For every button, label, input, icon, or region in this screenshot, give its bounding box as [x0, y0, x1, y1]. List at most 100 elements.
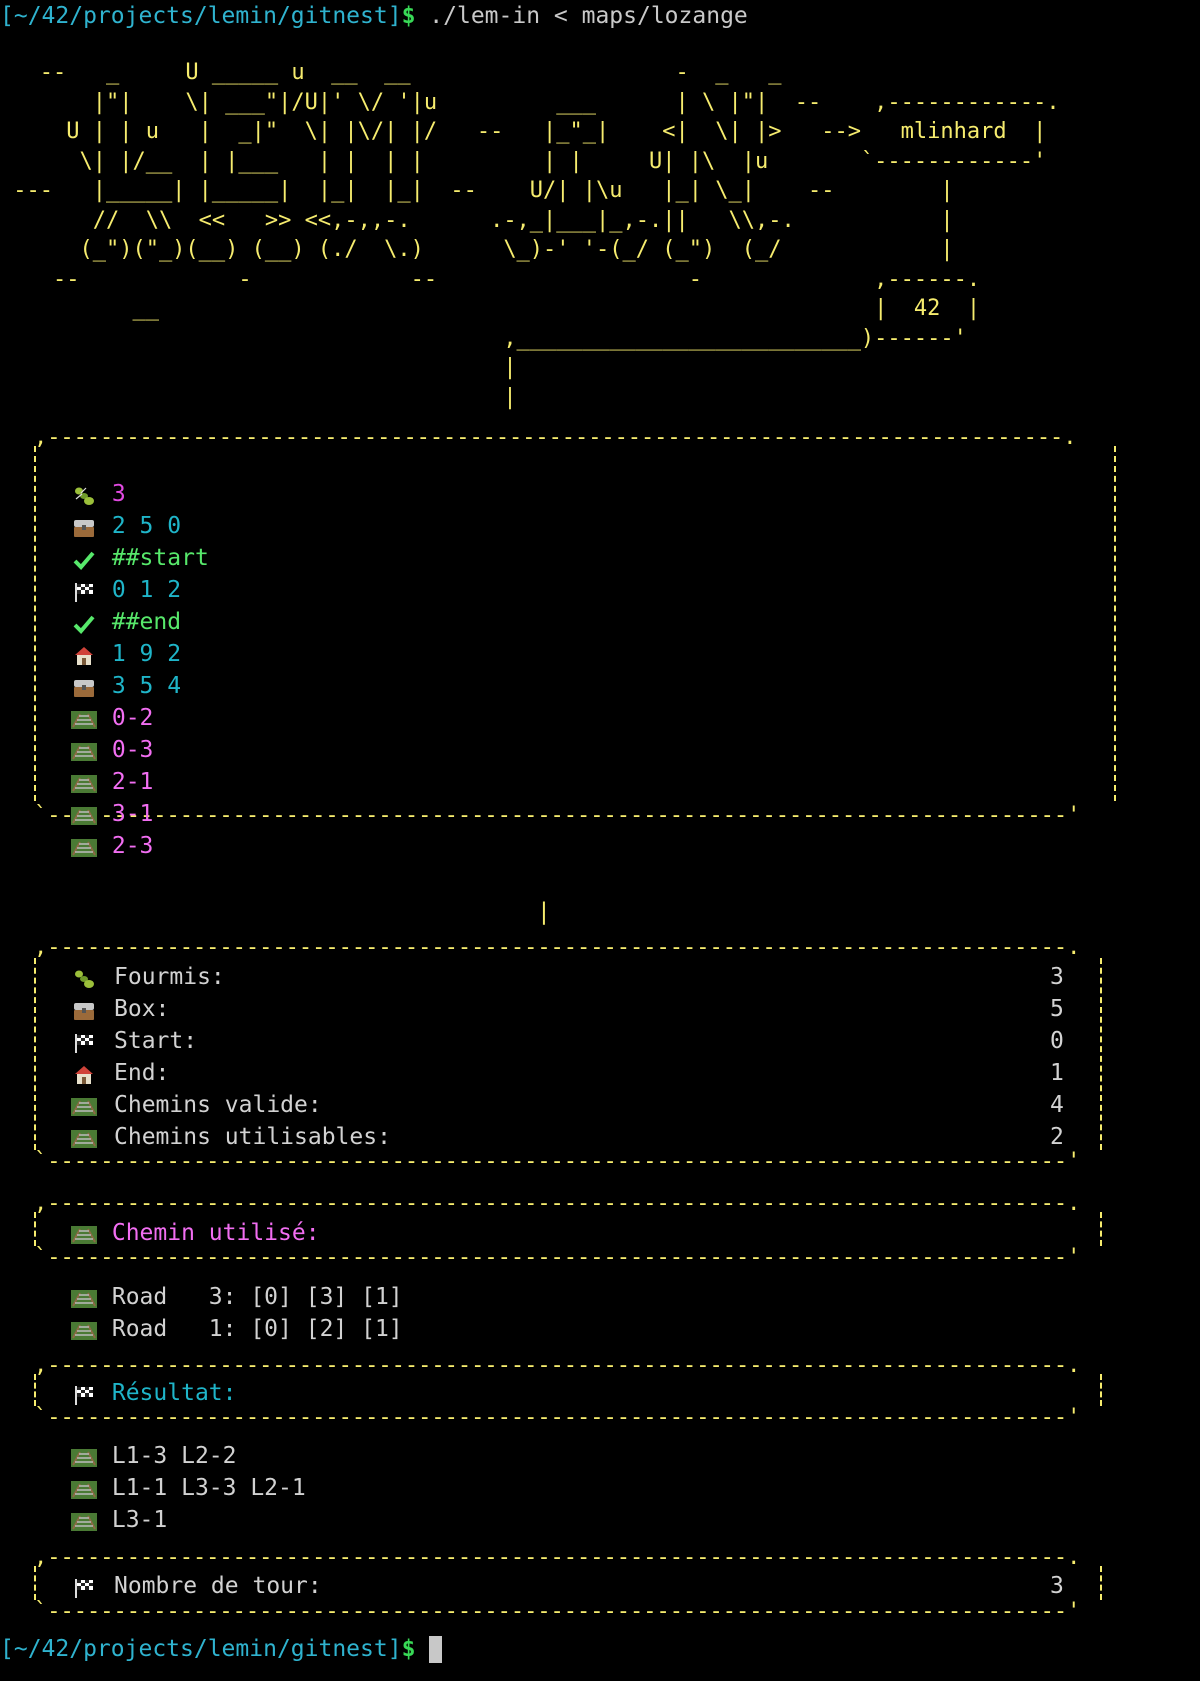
start-command: ##start [111, 545, 209, 571]
prompt-line: [~/42/projects/lemin/gitnest]$ ./lem-in … [0, 0, 748, 32]
move-line: L1-3 L2-2 [70, 1440, 236, 1472]
railway-icon [70, 1121, 98, 1153]
move-text: L1-3 L2-2 [111, 1443, 237, 1469]
result-heading-text: Résultat: [111, 1380, 237, 1406]
stats-box-left-border [34, 958, 36, 1150]
house-icon [70, 638, 98, 670]
map-line-start-cmd: ##start [70, 542, 209, 574]
map-box-top-border: ,---------------------------------------… [34, 425, 1077, 450]
terminal-window[interactable]: [~/42/projects/lemin/gitnest]$ ./lem-in … [0, 0, 1200, 1681]
box-icon [70, 510, 98, 542]
stat-row-valid-paths: Chemins valide: 4 [70, 1089, 1130, 1121]
checkmark-icon [70, 542, 98, 574]
railway-icon [70, 830, 98, 862]
paths-box-left-border [34, 1212, 36, 1246]
banner-line: U | | u | _|" \| |\/| |/ -- |_"_| <| \| … [0, 119, 1047, 144]
stat-label: Chemins valide: [114, 1092, 322, 1118]
banner-line: --- |_____| |_____| |_| |_| -- U/| |\u |… [0, 178, 954, 203]
move-text: L3-1 [111, 1507, 168, 1533]
stat-label: Fourmis: [114, 964, 225, 990]
paths-box-right-border [1100, 1212, 1102, 1246]
railway-icon [70, 798, 98, 830]
banner-line: | [0, 384, 517, 410]
prompt-line-final[interactable]: [~/42/projects/lemin/gitnest]$ [0, 1633, 443, 1665]
stat-row-ants: Fourmis: 3 [70, 961, 1130, 993]
railway-icon [70, 1281, 98, 1313]
paths-heading: Chemin utilisé: [70, 1217, 320, 1249]
stat-label: Chemins utilisables: [114, 1124, 391, 1150]
map-line-room1: 2 5 0 [70, 510, 181, 542]
banner-line: // \\ << >> <<,-,,-. .-,_|___|_,-.|| \\,… [0, 207, 954, 233]
ant-icon [70, 478, 98, 510]
link-text: 2-3 [111, 833, 154, 859]
railway-icon [70, 766, 98, 798]
stat-value: 2 [1050, 1124, 1064, 1150]
ant-icon [70, 961, 98, 993]
map-line-end-cmd: ##end [70, 606, 181, 638]
banner-line: |"| \| ___"|/U|' \/ '|u ___ | \ |"| -- ,… [0, 89, 1060, 115]
map-line-link: 0-2 [70, 702, 153, 734]
turns-box-left-border [34, 1566, 36, 1600]
paths-box-top-border: ,---------------------------------------… [34, 1191, 1081, 1216]
map-line-ants: 3 [70, 478, 126, 510]
stat-row-usable-paths: Chemins utilisables: 2 [70, 1121, 1130, 1153]
stat-value: 5 [1050, 996, 1064, 1022]
cursor[interactable] [429, 1636, 443, 1663]
move-line: L1-1 L3-3 L2-1 [70, 1472, 306, 1504]
prompt-path: [~/42/projects/lemin/gitnest] [0, 1636, 402, 1662]
map-line-start-room: 0 1 2 [70, 574, 181, 606]
turns-value: 3 [1050, 1573, 1064, 1599]
map-box-right-border [1114, 446, 1120, 801]
prompt-symbol: $ [401, 3, 416, 29]
banner-line: __ | 42 | [0, 296, 981, 321]
move-line: L3-1 [70, 1504, 167, 1536]
checkered-flag-icon [70, 574, 98, 606]
room2-definition: 3 5 4 [111, 673, 182, 699]
banner-line: ,__________________________)------' [0, 325, 967, 351]
link-text: 0-3 [111, 737, 154, 763]
stat-row-start: Start: 0 [70, 1025, 1130, 1057]
road-line: Road 3: [0] [3] [1] [70, 1281, 403, 1313]
end-command: ##end [111, 609, 182, 635]
stat-label: End: [114, 1060, 170, 1086]
box-icon [70, 670, 98, 702]
map-line-end-room: 1 9 2 [70, 638, 181, 670]
banner-line: -- _ U _____ u __ __ - _ _ [0, 60, 782, 85]
link-text: 2-1 [111, 769, 154, 795]
stat-value: 4 [1050, 1092, 1064, 1118]
road-text: Road 3: [0] [3] [1] [111, 1284, 403, 1310]
end-room-definition: 1 9 2 [111, 641, 182, 667]
checkered-flag-icon [70, 1025, 98, 1057]
map-box-left-border [34, 446, 40, 801]
stat-value: 0 [1050, 1028, 1064, 1054]
command-text: ./lem-in < maps/lozange [415, 3, 748, 29]
stat-row-box: Box: 5 [70, 993, 1130, 1025]
move-text: L1-1 L3-3 L2-1 [111, 1475, 306, 1501]
link-text: 3-1 [111, 801, 154, 827]
turns-row: Nombre de tour: 3 [70, 1570, 1130, 1602]
ascii-banner: -- _ U _____ u __ __ - _ _ |"| \| ___"|/… [0, 58, 1060, 412]
map-line-room2: 3 5 4 [70, 670, 181, 702]
railway-icon [70, 1440, 98, 1472]
railway-icon [70, 1472, 98, 1504]
house-icon [70, 1057, 98, 1089]
road-line: Road 1: [0] [2] [1] [70, 1313, 403, 1345]
checkmark-icon [70, 606, 98, 638]
result-heading: Résultat: [70, 1377, 236, 1409]
map-box-bottom-border: `---------------------------------------… [34, 803, 1081, 828]
banner-line: | [0, 355, 517, 380]
railway-icon [70, 702, 98, 734]
paths-heading-text: Chemin utilisé: [111, 1220, 320, 1246]
map-line-link: 0-3 [70, 734, 153, 766]
stat-value: 3 [1050, 964, 1064, 990]
map-line-link: 2-3 [70, 830, 153, 862]
prompt-path: [~/42/projects/lemin/gitnest] [0, 3, 402, 29]
stats-box-top-border: ,---------------------------------------… [34, 935, 1081, 960]
banner-line: (_")("_)(__) (__) (./ \.) \_)-' '-(_/ (_… [0, 237, 954, 262]
railway-icon [70, 1504, 98, 1536]
stat-row-end: End: 1 [70, 1057, 1130, 1089]
road-text: Road 1: [0] [2] [1] [111, 1316, 403, 1342]
result-box-left-border [34, 1374, 36, 1406]
turns-label: Nombre de tour: [114, 1573, 322, 1599]
railway-icon [70, 1089, 98, 1121]
